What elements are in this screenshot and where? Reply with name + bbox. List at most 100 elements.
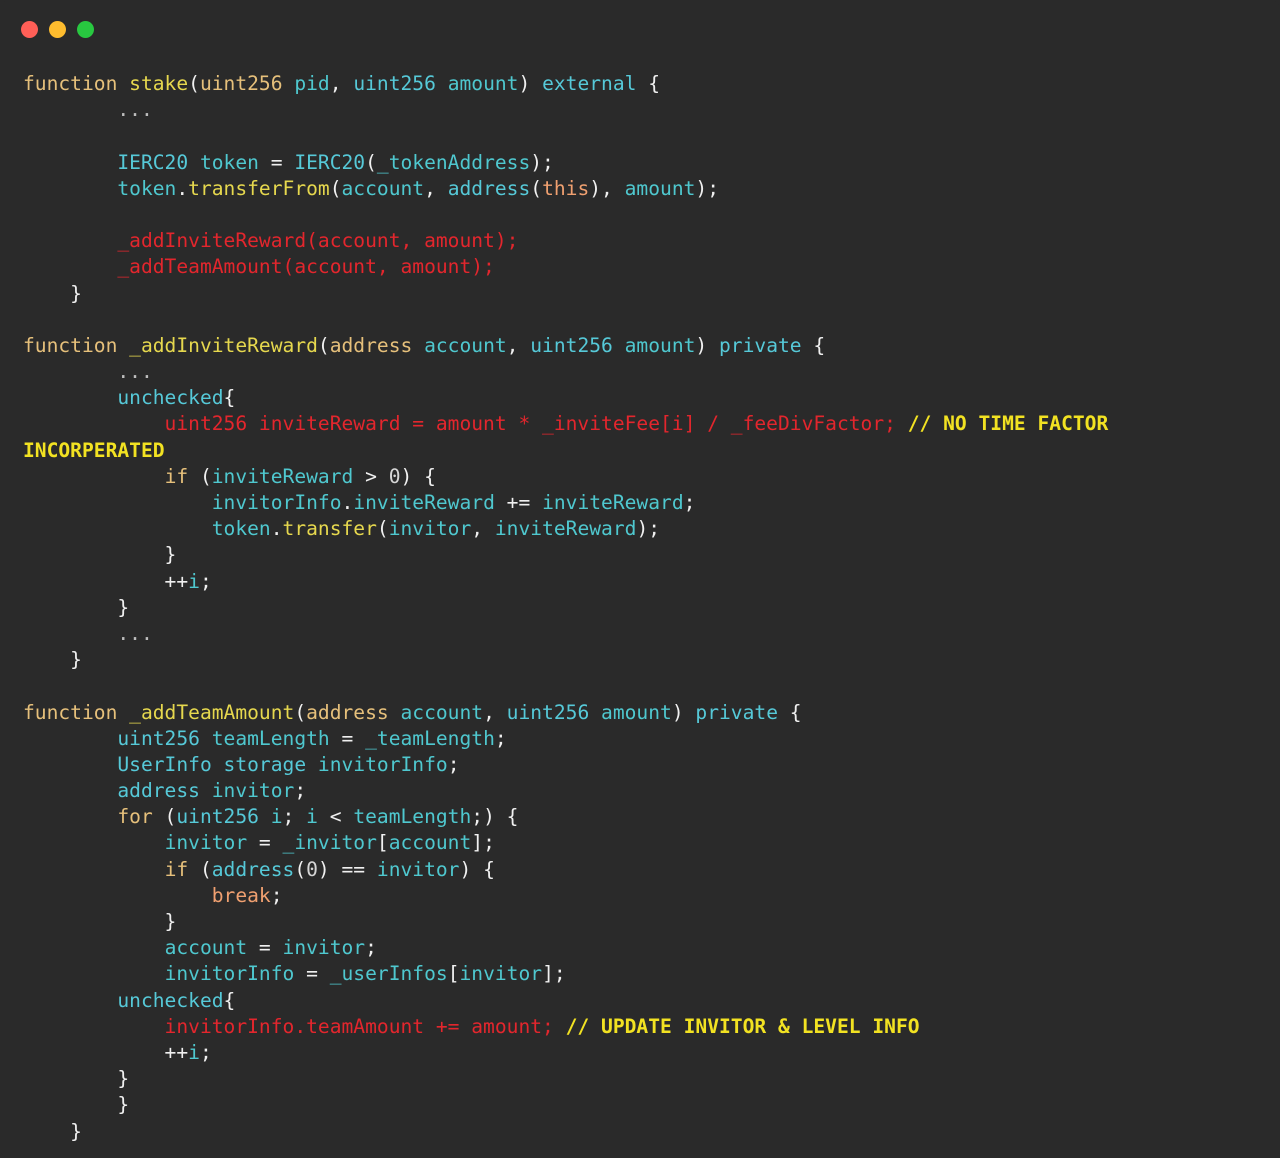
code-token: _addInviteReward(account, amount); — [23, 229, 519, 253]
close-dot-icon[interactable] — [21, 21, 38, 38]
code-token: ( — [294, 857, 307, 881]
code-token: for — [117, 805, 153, 829]
code-token: inviteReward — [494, 517, 637, 541]
code-token: address — [329, 333, 425, 357]
code-line: function _addInviteReward(address accoun… — [23, 333, 1108, 359]
code-line: invitorInfo = _userInfos[invitor]; — [23, 961, 1108, 987]
code-token: i — [188, 1040, 200, 1064]
code-token: inviteReward — [542, 491, 684, 514]
code-token: external — [542, 72, 637, 95]
code-token: { — [223, 988, 236, 1012]
code-window: function stake(uint256 pid, uint256 amou… — [0, 0, 1280, 1158]
code-token: inviteReward — [211, 464, 354, 488]
code-token: inviteReward — [353, 491, 495, 514]
code-token: account — [424, 333, 507, 357]
code-token: invitorInfo — [164, 962, 295, 986]
code-token: ]; — [471, 831, 495, 855]
code-token: account — [341, 176, 425, 200]
code-line: function stake(uint256 pid, uint256 amou… — [23, 71, 1108, 97]
code-line: function _addTeamAmount(address account,… — [23, 700, 1108, 726]
code-token: ) { — [459, 857, 495, 881]
code-line: } — [23, 542, 1108, 568]
code-line: invitorInfo.inviteReward += inviteReward… — [23, 490, 1108, 516]
code-token: < — [317, 805, 354, 829]
code-token: break — [211, 883, 271, 907]
code-line: invitorInfo.teamAmount += amount; // UPD… — [23, 1014, 1108, 1040]
code-token: account — [164, 936, 248, 960]
code-token: ; — [282, 805, 307, 829]
code-token: this — [542, 176, 590, 200]
code-token: i — [270, 805, 283, 829]
code-token: { — [223, 386, 236, 410]
code-token: i — [306, 805, 318, 829]
code-token: transfer — [282, 517, 377, 541]
code-token: , — [329, 72, 354, 95]
code-token: } — [23, 1067, 130, 1091]
code-token: unchecked — [117, 386, 224, 410]
code-token: uint256 — [199, 72, 295, 95]
code-token: ( — [317, 333, 330, 357]
code-token: ; — [199, 569, 212, 593]
code-token: 0 — [388, 464, 401, 488]
code-token: invitor — [282, 936, 366, 960]
code-token: function — [23, 72, 130, 95]
code-token: ; — [447, 752, 460, 776]
code-token: ++ — [23, 1040, 189, 1064]
code-line: } — [23, 1066, 1108, 1092]
code-token: token — [117, 176, 177, 200]
code-token: IERC20 — [117, 150, 200, 174]
code-token: , — [471, 517, 495, 541]
code-token: uint256 — [530, 333, 625, 357]
code-token: token — [199, 150, 259, 174]
code-token: uint256 — [176, 805, 271, 829]
code-token: ... — [23, 98, 153, 122]
code-token: ( — [152, 805, 177, 829]
minimize-dot-icon[interactable] — [49, 21, 66, 38]
code-token: address — [117, 779, 212, 803]
code-token: } — [23, 1093, 130, 1117]
code-token: invitor — [376, 857, 460, 881]
code-token: invitorInfo — [317, 752, 448, 776]
code-line: address invitor; — [23, 778, 1108, 804]
code-line: invitor = _invitor[account]; — [23, 830, 1108, 856]
code-token: += — [494, 491, 543, 514]
code-line: unchecked{ — [23, 988, 1108, 1014]
code-token: ) — [695, 333, 720, 357]
code-token: i — [188, 569, 200, 593]
code-line: account = invitor; — [23, 935, 1108, 961]
code-line: } — [23, 909, 1108, 935]
code-token: transferFrom — [188, 176, 330, 200]
code-line: } — [23, 647, 1108, 673]
code-token: function — [23, 700, 130, 724]
code-token: invitorInfo.teamAmount += amount; — [23, 1014, 554, 1038]
code-token: . — [270, 517, 283, 541]
code-line: ... — [23, 359, 1108, 385]
code-token: ( — [188, 72, 200, 95]
code-token: _addInviteReward — [129, 333, 318, 357]
code-token: uint256 — [117, 726, 212, 750]
maximize-dot-icon[interactable] — [77, 21, 94, 38]
code-token: , — [424, 176, 448, 200]
code-token: if — [164, 857, 189, 881]
code-line: UserInfo storage invitorInfo; — [23, 752, 1108, 778]
code-token: ( — [329, 176, 342, 200]
code-token: ... — [23, 621, 153, 645]
code-token: invitor — [459, 962, 543, 986]
code-token: . — [341, 491, 354, 514]
code-token: } — [23, 595, 130, 619]
code-token: teamLength — [211, 726, 330, 750]
code-token: ( — [188, 464, 212, 488]
code-token: , — [506, 333, 531, 357]
code-block: function stake(uint256 pid, uint256 amou… — [23, 71, 1108, 1145]
